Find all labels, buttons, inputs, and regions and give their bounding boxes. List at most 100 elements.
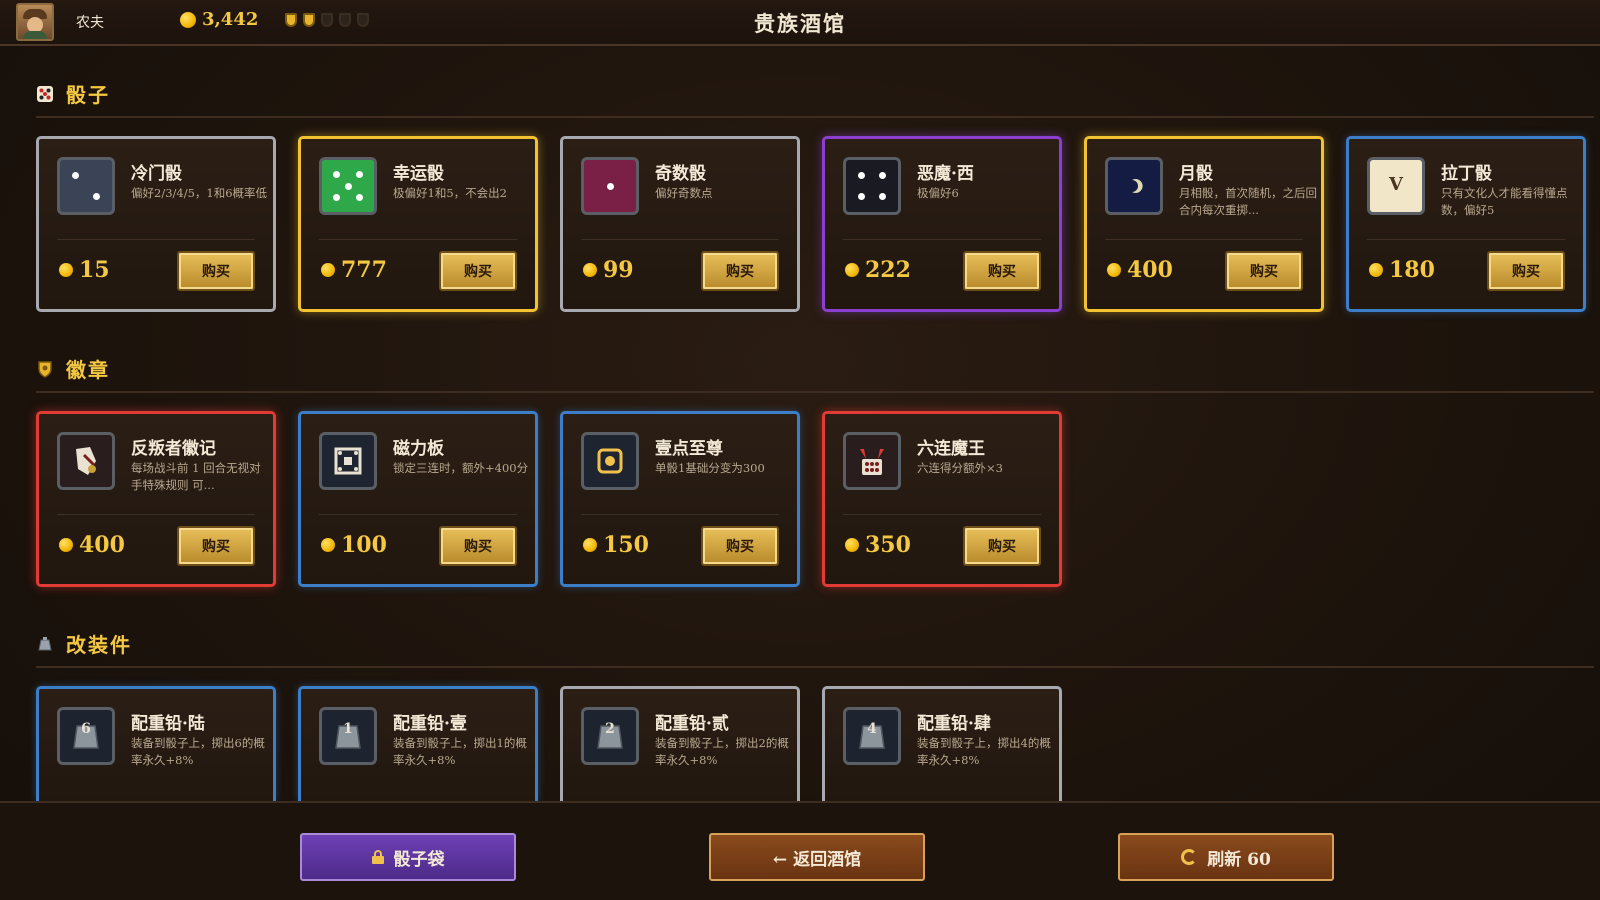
item-description: 锁定三连时，额外+400分 <box>393 461 529 475</box>
dice-two-icon <box>57 157 115 215</box>
card-divider <box>57 514 255 515</box>
icon-glyph: 6 <box>81 721 91 737</box>
item-name: 配重铅·贰 <box>655 714 729 734</box>
back-to-tavern-button[interactable]: ← 返回酒馆 <box>709 833 925 881</box>
item-description: 六连得分额外×3 <box>917 461 1003 475</box>
item-description: 只有文化人才能看得懂点数，偏好5 <box>1441 186 1568 217</box>
shop-card[interactable]: 奇数骰 偏好奇数点 99 购买 <box>560 136 800 312</box>
item-name: 配重铅·肆 <box>917 714 991 734</box>
dice-pip <box>858 172 866 180</box>
shop-card[interactable]: 冷门骰 偏好2/3/4/5，1和6概率低 15 购买 <box>36 136 276 312</box>
dice-pip <box>878 192 886 200</box>
price-value: 222 <box>865 257 911 283</box>
dice-pip <box>606 182 614 190</box>
coin-icon <box>845 538 859 552</box>
section-divider <box>36 666 1594 668</box>
shop-card[interactable]: 月骰 月相骰，首次随机，之后回合内每次重掷... 400 购买 <box>1084 136 1324 312</box>
dice-pip <box>355 171 363 179</box>
section-header-badges: 徽章 <box>36 354 110 383</box>
shop-card[interactable]: 幸运骰 极偏好1和5，不会出2 777 购买 <box>298 136 538 312</box>
shop-card[interactable]: 恶魔·西极偏好6 222 购买 <box>822 136 1062 312</box>
item-description: 单骰1基础分变为300 <box>655 461 765 475</box>
buy-button[interactable]: 购买 <box>701 251 779 291</box>
price-value: 150 <box>603 532 649 558</box>
item-name: 反叛者徽记 <box>131 439 216 459</box>
section-title-dice: 骰子 <box>66 83 110 107</box>
buy-button[interactable]: 购买 <box>1487 251 1565 291</box>
item-name: 配重铅·壹 <box>393 714 467 734</box>
buy-button[interactable]: 购买 <box>1225 251 1303 291</box>
item-description: 装备到骰子上，掷出1的概率永久+8% <box>393 736 527 767</box>
shop-card[interactable]: 磁力板锁定三连时，额外+400分 100 购买 <box>298 411 538 587</box>
price-value: 400 <box>79 532 125 558</box>
item-description: 极偏好6 <box>917 186 959 200</box>
price-value: 100 <box>341 532 387 558</box>
section-title-badges: 徽章 <box>66 358 110 382</box>
buy-button[interactable]: 购买 <box>177 526 255 566</box>
item-name: 月骰 <box>1179 164 1213 184</box>
price-value: 180 <box>1389 257 1435 283</box>
shop-card[interactable]: 4 配重铅·肆 装备到骰子上，掷出4的概率永久+8% <box>822 686 1062 801</box>
dice-pip <box>878 172 886 180</box>
shop-card[interactable]: 反叛者徽记 每场战斗前 1 回合无视对手特殊规则 可... 400 购买 <box>36 411 276 587</box>
refresh-shop-button[interactable]: 刷新 60 <box>1118 833 1334 881</box>
dice-pip <box>355 193 363 201</box>
dice-one-icon <box>581 157 639 215</box>
buy-button[interactable]: 购买 <box>701 526 779 566</box>
card-divider <box>843 239 1041 240</box>
card-divider <box>1105 239 1303 240</box>
dice-four-icon <box>843 157 901 215</box>
buy-button[interactable]: 购买 <box>963 251 1041 291</box>
shop-card[interactable]: 六连魔王 六连得分额外×3 350 购买 <box>822 411 1062 587</box>
item-name: 磁力板 <box>393 439 444 459</box>
item-price: 15 <box>59 257 110 283</box>
card-divider <box>1367 239 1565 240</box>
weight-one-icon: 1 <box>319 707 377 765</box>
dice-bag-label: 骰子袋 <box>393 849 445 870</box>
coin-icon <box>1107 263 1121 277</box>
shop-card[interactable]: 1 配重铅·壹 装备到骰子上，掷出1的概率永久+8% <box>298 686 538 801</box>
dice-pip <box>333 193 341 201</box>
rebel-badge-icon <box>57 432 115 490</box>
item-description: 每场战斗前 1 回合无视对手特殊规则 可... <box>131 461 261 492</box>
mod-section-icon <box>36 635 54 653</box>
weight-two-icon: 2 <box>581 707 639 765</box>
icon-glyph: 4 <box>867 721 877 737</box>
price-value: 99 <box>603 257 634 283</box>
moon-dice-icon <box>1105 157 1163 215</box>
buy-button[interactable]: 购买 <box>963 526 1041 566</box>
coin-icon <box>583 263 597 277</box>
page-title: 贵族酒馆 <box>754 11 846 36</box>
shop-card[interactable]: 壹点至尊单骰1基础分变为300 150 购买 <box>560 411 800 587</box>
item-price: 99 <box>583 257 634 283</box>
buy-button[interactable]: 购买 <box>439 526 517 566</box>
item-description: 装备到骰子上，掷出6的概率永久+8% <box>131 736 265 767</box>
coin-icon <box>845 263 859 277</box>
section-header-dice: 骰子 <box>36 79 110 108</box>
magnet-board-icon <box>319 432 377 490</box>
card-divider <box>319 514 517 515</box>
shop-card[interactable]: 6 配重铅·陆 装备到骰子上，掷出6的概率永久+8% <box>36 686 276 801</box>
shop-card[interactable]: 2 配重铅·贰 装备到骰子上，掷出2的概率永久+8% <box>560 686 800 801</box>
dice-pip <box>344 182 352 190</box>
dice-bag-button[interactable]: 骰子袋 <box>300 833 516 881</box>
dice-five-icon <box>319 157 377 215</box>
coin-icon <box>583 538 597 552</box>
item-name: 恶魔·西 <box>917 164 974 184</box>
card-divider <box>57 239 255 240</box>
refresh-label: 刷新 60 <box>1207 849 1271 870</box>
coin-icon <box>59 538 73 552</box>
item-price: 180 <box>1369 257 1435 283</box>
item-name: 壹点至尊 <box>655 439 723 459</box>
bag-icon <box>371 850 384 864</box>
one-supreme-icon <box>581 432 639 490</box>
item-price: 350 <box>845 532 911 558</box>
buy-button[interactable]: 购买 <box>439 251 517 291</box>
buy-button[interactable]: 购买 <box>177 251 255 291</box>
coin-icon <box>321 263 335 277</box>
shop-card[interactable]: V 拉丁骰 只有文化人才能看得懂点数，偏好5 180 购买 <box>1346 136 1586 312</box>
section-title-mods: 改装件 <box>66 633 132 657</box>
coin-icon <box>59 263 73 277</box>
card-divider <box>319 239 517 240</box>
item-description: 装备到骰子上，掷出2的概率永久+8% <box>655 736 789 767</box>
